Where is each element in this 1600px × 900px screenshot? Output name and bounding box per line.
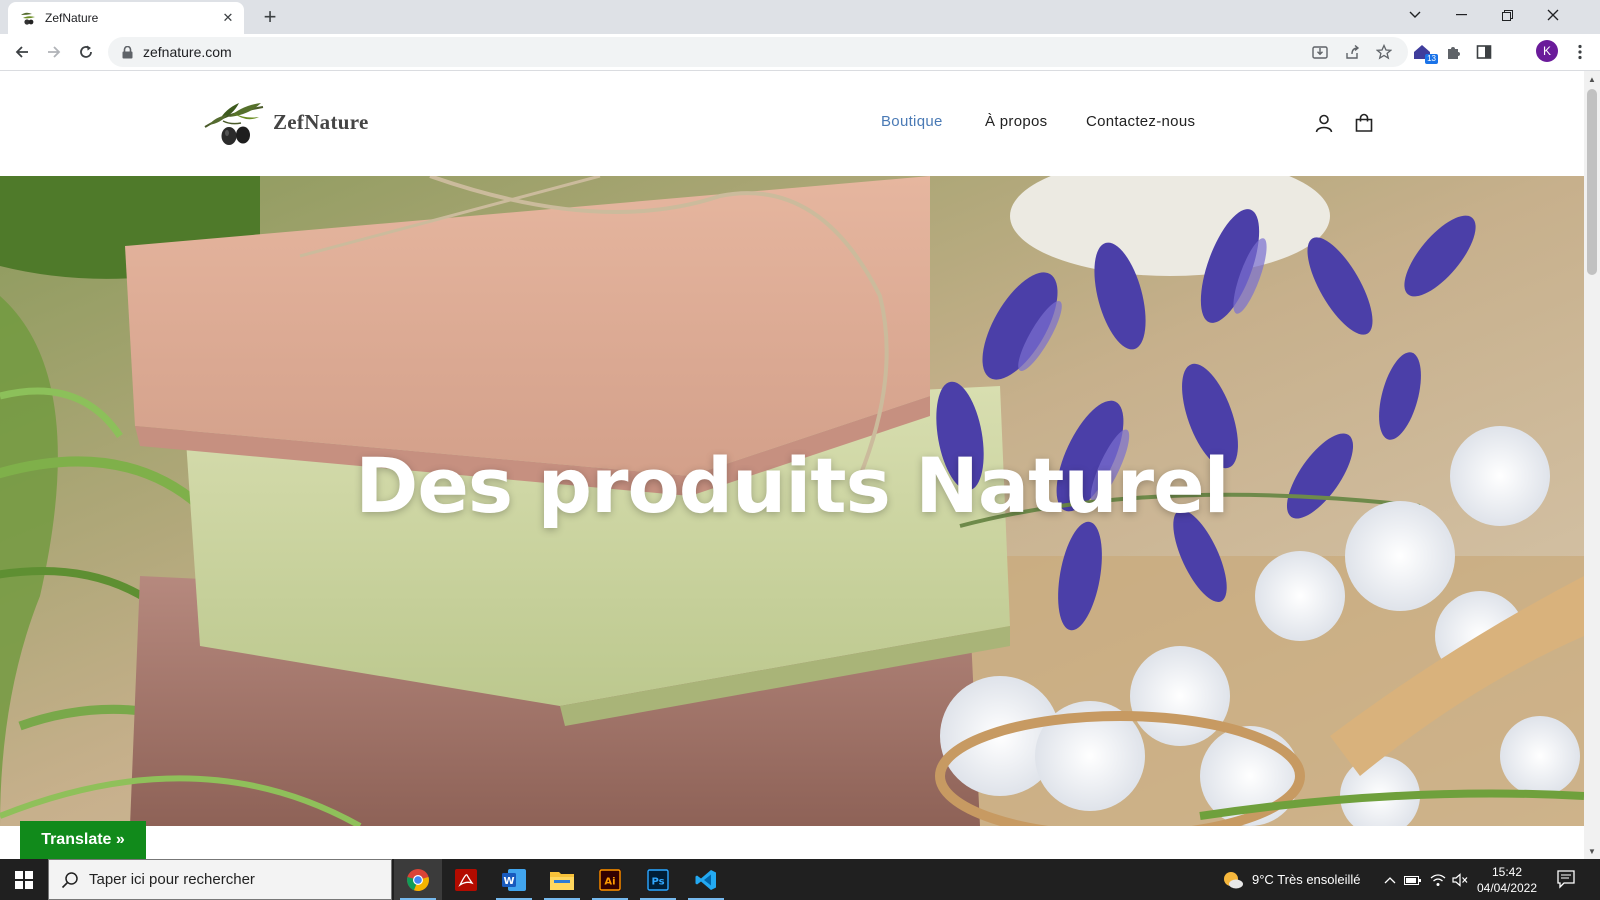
sun-cloud-icon xyxy=(1224,871,1243,888)
svg-text:W: W xyxy=(503,876,514,887)
address-bar[interactable]: zefnature.com xyxy=(108,37,1408,67)
nav-link-contact[interactable]: Contactez-nous xyxy=(1086,113,1195,130)
close-window-button[interactable] xyxy=(1530,0,1576,30)
windows-start-icon[interactable] xyxy=(0,859,48,900)
show-hidden-icons-chevron-icon[interactable] xyxy=(1384,859,1396,900)
site-logo[interactable]: ZefNature xyxy=(203,95,369,149)
extension-badge: 13 xyxy=(1425,54,1438,64)
photoshop-icon[interactable]: Ps xyxy=(634,859,682,900)
nav-link-a-propos[interactable]: À propos xyxy=(985,113,1047,130)
vscode-icon[interactable] xyxy=(682,859,730,900)
windows-taskbar: Taper ici pour rechercher W Ai Ps 9°C Tr… xyxy=(0,859,1600,900)
profile-avatar[interactable]: K xyxy=(1536,40,1558,62)
scroll-up-arrow-icon[interactable]: ▲ xyxy=(1584,71,1600,87)
share-icon[interactable] xyxy=(1338,38,1366,66)
lock-icon[interactable] xyxy=(119,44,135,60)
taskbar-search-placeholder: Taper ici pour rechercher xyxy=(89,871,255,888)
wifi-icon[interactable] xyxy=(1430,859,1446,900)
browser-menu-icon[interactable] xyxy=(1566,38,1594,66)
forward-arrow-icon[interactable] xyxy=(40,38,68,66)
scrollbar-thumb[interactable] xyxy=(1587,89,1597,275)
hero-title: Des produits Naturel xyxy=(355,441,1229,530)
logo-text: ZefNature xyxy=(273,109,369,134)
taskbar-search-box[interactable]: Taper ici pour rechercher xyxy=(48,859,392,900)
extensions-puzzle-icon[interactable] xyxy=(1440,38,1468,66)
search-icon xyxy=(61,871,78,888)
close-tab-icon[interactable]: ✕ xyxy=(218,8,238,28)
hero-banner: Des produits Naturel xyxy=(0,176,1584,826)
chrome-icon[interactable] xyxy=(394,859,442,900)
restore-button[interactable] xyxy=(1484,0,1530,30)
side-panel-icon[interactable] xyxy=(1470,38,1498,66)
olive-branch-logo-icon xyxy=(204,103,264,145)
site-header: ZefNature Boutique À propos Contactez-no… xyxy=(0,71,1584,176)
scroll-down-arrow-icon[interactable]: ▼ xyxy=(1584,843,1600,859)
svg-text:Ai: Ai xyxy=(604,876,615,887)
minimize-button[interactable] xyxy=(1438,0,1484,30)
battery-icon[interactable] xyxy=(1404,859,1422,900)
clock-time: 15:42 xyxy=(1491,865,1523,879)
word-icon[interactable]: W xyxy=(490,859,538,900)
reload-icon[interactable] xyxy=(72,38,100,66)
volume-muted-icon[interactable] xyxy=(1452,859,1468,900)
browser-tab-strip: ZefNature ✕ + xyxy=(0,0,1600,34)
file-explorer-icon[interactable] xyxy=(538,859,586,900)
clock-date: 04/04/2022 xyxy=(1476,881,1538,895)
web-page: ZefNature Boutique À propos Contactez-no… xyxy=(0,71,1584,859)
olive-favicon-icon xyxy=(20,10,36,26)
install-app-icon[interactable] xyxy=(1306,38,1334,66)
nav-link-boutique[interactable]: Boutique xyxy=(881,113,943,130)
tab-title: ZefNature xyxy=(45,11,99,25)
url-text: zefnature.com xyxy=(143,44,232,60)
page-scrollbar[interactable]: ▲ ▼ xyxy=(1584,71,1600,859)
svg-text:Ps: Ps xyxy=(651,876,664,887)
tab-search-icon[interactable] xyxy=(1392,0,1438,30)
weather-widget[interactable]: 9°C Très ensoleillé xyxy=(1222,859,1361,900)
translate-button[interactable]: Translate » xyxy=(20,821,146,859)
notification-center-icon[interactable] xyxy=(1556,869,1578,891)
account-icon[interactable] xyxy=(1312,111,1336,135)
weather-text: 9°C Très ensoleillé xyxy=(1252,872,1361,887)
acrobat-icon[interactable] xyxy=(442,859,490,900)
browser-tab[interactable]: ZefNature ✕ xyxy=(8,2,244,34)
bookmark-star-icon[interactable] xyxy=(1370,38,1398,66)
extension-home-icon[interactable]: 13 xyxy=(1408,38,1438,66)
shopping-bag-icon[interactable] xyxy=(1352,111,1376,135)
browser-toolbar: zefnature.com 13 K xyxy=(0,34,1600,71)
back-arrow-icon[interactable] xyxy=(8,38,36,66)
new-tab-button[interactable]: + xyxy=(258,4,282,29)
illustrator-icon[interactable]: Ai xyxy=(586,859,634,900)
system-clock[interactable]: 15:42 04/04/2022 xyxy=(1472,864,1542,896)
